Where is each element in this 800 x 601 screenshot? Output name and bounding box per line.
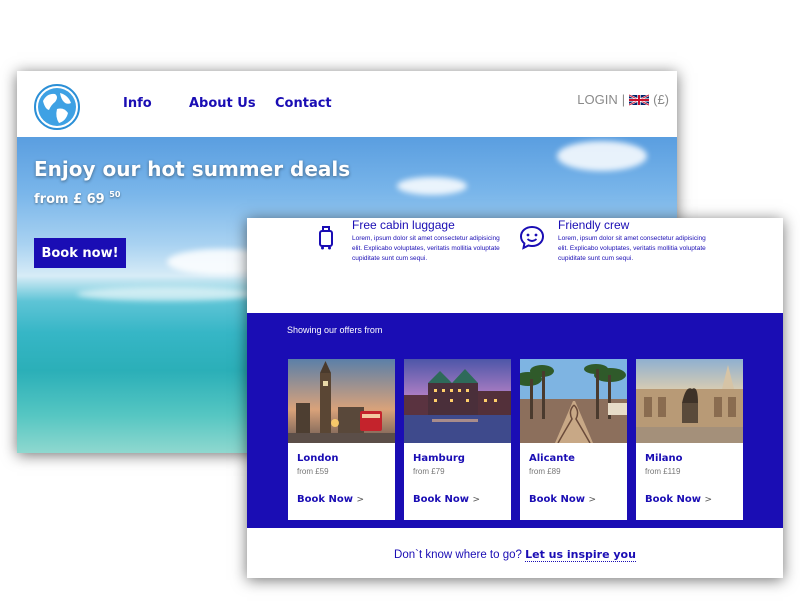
london-photo [288, 359, 395, 443]
feature-text: Lorem, ipsum dolor sit amet consectetur … [558, 235, 706, 262]
feature-title: Friendly crew [558, 218, 630, 232]
login-link[interactable]: LOGIN [577, 92, 617, 107]
feature-title: Free cabin luggage [352, 218, 455, 232]
offer-card-milano[interactable]: Milano from £119 Book Now > [636, 359, 743, 520]
offer-book-now-link[interactable]: Book Now > [529, 494, 596, 505]
chevron-right-icon: > [356, 495, 365, 505]
top-navigation: Info About Us Contact LOGIN | (£) [17, 71, 677, 137]
chevron-right-icon: > [588, 495, 597, 505]
cloud-shape [557, 141, 647, 171]
hero-price-cents: 50 [109, 190, 121, 199]
offer-price: from £59 [297, 467, 329, 476]
inspire-question: Don`t know where to go? [394, 549, 522, 561]
offer-price: from £119 [645, 467, 681, 476]
offer-city: London [297, 453, 339, 464]
nav-link-info[interactable]: Info [123, 96, 152, 111]
cloud-shape [397, 177, 467, 195]
book-now-label: Book Now [297, 494, 353, 505]
offers-screenshot: Free cabin luggage Lorem, ipsum dolor si… [247, 218, 783, 578]
hamburg-photo [404, 359, 511, 443]
offer-book-now-link[interactable]: Book Now > [297, 494, 364, 505]
luggage-icon [319, 226, 333, 250]
offer-city: Alicante [529, 453, 575, 464]
feature-text: Lorem, ipsum dolor sit amet consectetur … [352, 235, 500, 262]
offer-book-now-link[interactable]: Book Now > [645, 494, 712, 505]
login-area: LOGIN | (£) [577, 92, 669, 107]
chevron-right-icon: > [704, 495, 713, 505]
login-separator: | [621, 92, 626, 107]
book-now-label: Book Now [645, 494, 701, 505]
offer-card-london[interactable]: London from £59 Book Now > [288, 359, 395, 520]
uk-flag-icon[interactable] [629, 93, 650, 106]
offer-book-now-link[interactable]: Book Now > [413, 494, 480, 505]
hero-price: from £ 69 50 [34, 190, 120, 207]
book-now-label: Book Now [529, 494, 585, 505]
chevron-right-icon: > [472, 495, 481, 505]
offer-price: from £89 [529, 467, 561, 476]
globe-icon[interactable] [33, 83, 81, 131]
inspire-prompt: Don`t know where to go? Let us inspire y… [247, 548, 783, 562]
offer-city: Hamburg [413, 453, 465, 464]
cloud-shape [77, 287, 257, 301]
offer-card-alicante[interactable]: Alicante from £89 Book Now > [520, 359, 627, 520]
offer-city: Milano [645, 453, 683, 464]
offer-card-hamburg[interactable]: Hamburg from £79 Book Now > [404, 359, 511, 520]
smile-chat-icon [519, 225, 545, 250]
milano-photo [636, 359, 743, 443]
offers-heading: Showing our offers from [287, 325, 383, 335]
offers-section: Showing our offers from London from £59 … [247, 313, 783, 528]
nav-link-contact[interactable]: Contact [275, 96, 332, 111]
book-now-button[interactable]: Book now! [34, 238, 126, 268]
nav-link-about-us[interactable]: About Us [189, 96, 256, 111]
hero-price-main: from £ 69 [34, 192, 105, 207]
page: Info About Us Contact LOGIN | (£) Enjoy … [0, 0, 800, 601]
book-now-label: Book Now [413, 494, 469, 505]
alicante-photo [520, 359, 627, 443]
currency-selector[interactable]: (£) [653, 92, 669, 107]
hero-title: Enjoy our hot summer deals [34, 157, 351, 181]
inspire-link[interactable]: Let us inspire you [525, 548, 636, 562]
offer-price: from £79 [413, 467, 445, 476]
